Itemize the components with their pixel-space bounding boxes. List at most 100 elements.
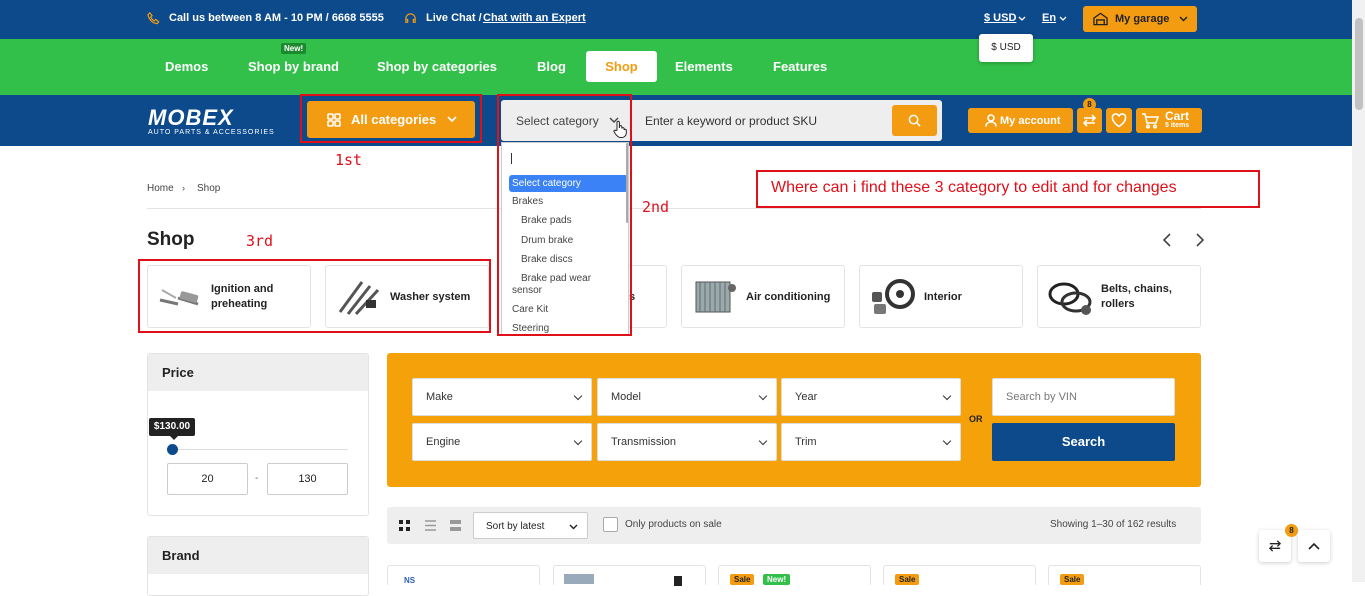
phone-icon bbox=[147, 12, 160, 25]
sale-only-label: Only products on sale bbox=[625, 519, 722, 530]
breadcrumb-separator: › bbox=[182, 183, 185, 193]
product-card[interactable]: Sale bbox=[883, 565, 1036, 585]
year-select[interactable]: Year bbox=[781, 378, 961, 416]
garage-label: My garage bbox=[1115, 13, 1170, 25]
nav-shop[interactable]: Shop bbox=[586, 51, 657, 82]
breadcrumb-home[interactable]: Home bbox=[147, 183, 174, 194]
category-card-air-conditioning[interactable]: Air conditioning bbox=[681, 265, 845, 328]
list-view-icon[interactable] bbox=[425, 520, 436, 531]
language-selector[interactable]: En bbox=[1042, 12, 1056, 24]
currency-option[interactable]: $ USD bbox=[979, 34, 1033, 62]
model-select[interactable]: Model bbox=[597, 378, 777, 416]
vehicle-finder: Make Model Year Engine Transmission Trim… bbox=[387, 353, 1201, 487]
shop-toolbar: Sort by latest Only products on sale Sho… bbox=[387, 507, 1201, 544]
scroll-top-button[interactable] bbox=[1298, 530, 1330, 562]
category-card-interior[interactable]: Interior bbox=[859, 265, 1023, 328]
nav-shop-by-categories[interactable]: Shop by categories bbox=[377, 59, 497, 74]
heart-icon bbox=[1111, 113, 1127, 128]
price-max-input[interactable]: 130 bbox=[267, 463, 348, 495]
belt-icon bbox=[1048, 282, 1092, 315]
brand-filter-title: Brand bbox=[148, 537, 368, 574]
scrollbar-thumb[interactable] bbox=[1355, 18, 1363, 110]
sale-badge: Sale bbox=[1060, 574, 1085, 585]
vin-input[interactable]: Search by VIN bbox=[992, 378, 1175, 416]
my-account-button[interactable]: My account bbox=[968, 108, 1073, 133]
nav-features[interactable]: Features bbox=[773, 59, 827, 74]
nav-shop-by-brand[interactable]: Shop by brand bbox=[248, 59, 339, 74]
new-badge: New! bbox=[281, 43, 307, 54]
chevron-right-icon[interactable] bbox=[1195, 233, 1205, 247]
product-image bbox=[564, 574, 594, 584]
price-separator: - bbox=[255, 473, 259, 484]
product-card[interactable]: Sale New! bbox=[718, 565, 871, 585]
product-card[interactable]: NS bbox=[387, 565, 540, 585]
floating-compare-count: 8 bbox=[1285, 524, 1298, 537]
transmission-select[interactable]: Transmission bbox=[597, 423, 777, 461]
or-label: OR bbox=[969, 414, 983, 424]
phone-number: 6668 5555 bbox=[331, 12, 384, 24]
compare-icon bbox=[1268, 540, 1282, 552]
brand-filter-panel: Brand bbox=[147, 536, 369, 596]
vehicle-search-button[interactable]: Search bbox=[992, 423, 1175, 461]
sort-select[interactable]: Sort by latest bbox=[473, 512, 588, 539]
live-chat-text: Live Chat / bbox=[426, 12, 482, 24]
chevron-down-icon bbox=[569, 524, 578, 530]
steering-wheel-icon bbox=[872, 279, 915, 314]
nav-elements[interactable]: Elements bbox=[675, 59, 733, 74]
price-slider-handle[interactable] bbox=[167, 444, 178, 455]
chevron-down-icon bbox=[1059, 16, 1067, 21]
breadcrumb-current: Shop bbox=[197, 183, 221, 194]
product-image bbox=[674, 576, 682, 586]
search-button[interactable] bbox=[892, 105, 937, 136]
garage-icon bbox=[1093, 12, 1108, 26]
make-select[interactable]: Make bbox=[412, 378, 592, 416]
divider bbox=[147, 208, 1201, 209]
new-badge: New! bbox=[763, 574, 791, 585]
price-tooltip: $130.00 bbox=[149, 418, 195, 436]
category-label: Air conditioning bbox=[746, 291, 831, 303]
category-card-belts[interactable]: Belts, chains, rollers bbox=[1037, 265, 1201, 328]
nav-blog[interactable]: Blog bbox=[537, 59, 566, 74]
price-filter-title: Price bbox=[148, 354, 368, 391]
top-bar: Call us between 8 AM - 10 PM / 6668 5555… bbox=[0, 0, 1352, 39]
cart-items-count: 5 items bbox=[1165, 122, 1190, 129]
compare-icon bbox=[1082, 114, 1097, 127]
compare-button[interactable] bbox=[1077, 108, 1102, 133]
engine-select[interactable]: Engine bbox=[412, 423, 592, 461]
product-card[interactable] bbox=[553, 565, 706, 586]
annotation-label-2: 2nd bbox=[642, 198, 670, 216]
price-min-input[interactable]: 20 bbox=[167, 463, 248, 495]
wishlist-button[interactable] bbox=[1106, 108, 1132, 133]
headset-icon bbox=[405, 13, 416, 23]
search-icon bbox=[908, 114, 921, 127]
results-count: Showing 1–30 of 162 results bbox=[1050, 519, 1177, 530]
my-garage-button[interactable]: My garage bbox=[1083, 6, 1197, 32]
radiator-icon bbox=[695, 281, 736, 313]
chevron-left-icon[interactable] bbox=[1162, 233, 1172, 247]
compact-view-icon[interactable] bbox=[450, 520, 461, 531]
product-card[interactable]: Sale bbox=[1048, 565, 1201, 585]
chat-expert-link[interactable]: Chat with an Expert bbox=[483, 12, 586, 24]
trim-select[interactable]: Trim bbox=[781, 423, 961, 461]
search-input[interactable]: Enter a keyword or product SKU bbox=[645, 114, 817, 128]
my-account-label: My account bbox=[1000, 115, 1061, 127]
currency-selector[interactable]: $ USD bbox=[984, 12, 1016, 24]
category-label: Belts, chains, rollers bbox=[1101, 283, 1172, 310]
annotation-box-3 bbox=[138, 259, 491, 333]
annotation-question: Where can i find these 3 category to edi… bbox=[756, 170, 1260, 208]
sale-only-checkbox[interactable] bbox=[603, 517, 618, 532]
user-icon bbox=[985, 114, 997, 127]
price-slider-track[interactable] bbox=[172, 449, 348, 450]
category-label: Interior bbox=[924, 291, 962, 303]
cart-button[interactable]: Cart 5 items bbox=[1136, 108, 1202, 133]
annotation-box-2 bbox=[497, 94, 632, 336]
logo[interactable]: MOBEX bbox=[148, 105, 234, 131]
tooltip-arrow bbox=[170, 436, 178, 440]
grid-view-icon[interactable] bbox=[399, 520, 410, 531]
compare-count-badge: 8 bbox=[1083, 98, 1096, 111]
page-title: Shop bbox=[147, 229, 195, 250]
nav-demos[interactable]: Demos bbox=[165, 59, 208, 74]
chevron-down-icon bbox=[1018, 16, 1026, 21]
cart-icon bbox=[1142, 113, 1159, 129]
call-text: Call us between 8 AM - 10 PM / 6668 5555 bbox=[169, 12, 384, 24]
